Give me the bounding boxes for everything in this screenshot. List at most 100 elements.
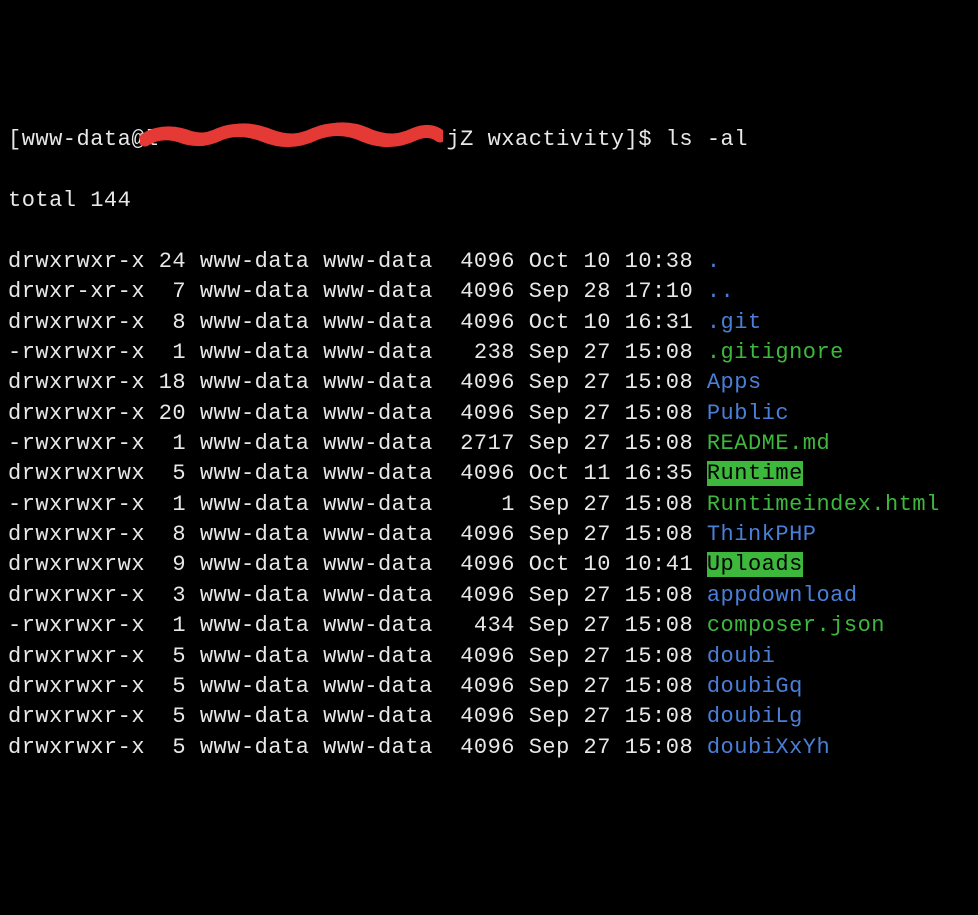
file-name: ThinkPHP <box>707 522 817 547</box>
file-permissions: drwxrwxr-x <box>8 674 145 699</box>
file-links: 1 <box>159 613 186 638</box>
file-time: 15:08 <box>625 644 694 669</box>
file-time: 10:38 <box>625 249 694 274</box>
total-line: total 144 <box>8 186 970 216</box>
file-links: 8 <box>159 310 186 335</box>
file-size: 4096 <box>460 644 515 669</box>
file-day: 27 <box>584 431 611 456</box>
file-owner: www-data <box>200 249 310 274</box>
file-owner: www-data <box>200 522 310 547</box>
file-permissions: drwxrwxr-x <box>8 310 145 335</box>
file-day: 27 <box>584 644 611 669</box>
file-listing: drwxrwxr-x 24 www-data www-data 4096 Oct… <box>8 247 970 763</box>
file-group: www-data <box>323 522 433 547</box>
file-permissions: drwxrwxrwx <box>8 552 145 577</box>
file-row: -rwxrwxr-x 1 www-data www-data 434 Sep 2… <box>8 611 970 641</box>
file-links: 5 <box>159 735 186 760</box>
file-links: 1 <box>159 431 186 456</box>
file-day: 11 <box>584 461 611 486</box>
file-day: 27 <box>584 735 611 760</box>
file-group: www-data <box>323 644 433 669</box>
prompt-user: www-data <box>22 127 132 152</box>
file-month: Sep <box>529 522 570 547</box>
file-time: 15:08 <box>625 613 694 638</box>
file-row: drwxrwxr-x 5 www-data www-data 4096 Sep … <box>8 642 970 672</box>
file-permissions: -rwxrwxr-x <box>8 613 145 638</box>
file-name: appdownload <box>707 583 858 608</box>
file-day: 27 <box>584 583 611 608</box>
file-month: Sep <box>529 401 570 426</box>
file-name: composer.json <box>707 613 885 638</box>
file-row: drwxrwxr-x 5 www-data www-data 4096 Sep … <box>8 672 970 702</box>
file-owner: www-data <box>200 492 310 517</box>
file-owner: www-data <box>200 401 310 426</box>
file-name: doubiGq <box>707 674 803 699</box>
file-links: 8 <box>159 522 186 547</box>
file-time: 16:35 <box>625 461 694 486</box>
file-name: README.md <box>707 431 830 456</box>
file-group: www-data <box>323 310 433 335</box>
prompt-dir: wxactivity <box>488 127 625 152</box>
file-links: 9 <box>159 552 186 577</box>
file-permissions: drwxrwxr-x <box>8 370 145 395</box>
file-time: 15:08 <box>625 704 694 729</box>
file-day: 27 <box>584 674 611 699</box>
file-size: 4096 <box>460 735 515 760</box>
file-name: Apps <box>707 370 762 395</box>
file-month: Sep <box>529 340 570 365</box>
file-row: -rwxrwxr-x 1 www-data www-data 2717 Sep … <box>8 429 970 459</box>
file-group: www-data <box>323 370 433 395</box>
file-size: 4096 <box>460 552 515 577</box>
file-owner: www-data <box>200 340 310 365</box>
file-owner: www-data <box>200 583 310 608</box>
file-size: 4096 <box>460 583 515 608</box>
file-row: drwxrwxr-x 8 www-data www-data 4096 Sep … <box>8 520 970 550</box>
file-owner: www-data <box>200 431 310 456</box>
file-permissions: drwxrwxr-x <box>8 401 145 426</box>
file-time: 15:08 <box>625 583 694 608</box>
total-value: 144 <box>90 188 131 213</box>
file-group: www-data <box>323 583 433 608</box>
file-group: www-data <box>323 704 433 729</box>
file-row: drwxrwxr-x 8 www-data www-data 4096 Oct … <box>8 308 970 338</box>
file-row: drwxrwxr-x 3 www-data www-data 4096 Sep … <box>8 581 970 611</box>
file-links: 5 <box>159 704 186 729</box>
file-size: 4096 <box>460 674 515 699</box>
file-day: 10 <box>584 552 611 577</box>
file-links: 20 <box>159 401 186 426</box>
file-size: 2717 <box>460 431 515 456</box>
total-label: total <box>8 188 77 213</box>
file-month: Sep <box>529 370 570 395</box>
file-day: 10 <box>584 310 611 335</box>
file-group: www-data <box>323 492 433 517</box>
file-row: drwxrwxr-x 24 www-data www-data 4096 Oct… <box>8 247 970 277</box>
file-month: Sep <box>529 674 570 699</box>
file-month: Oct <box>529 552 570 577</box>
file-row: drwxrwxrwx 5 www-data www-data 4096 Oct … <box>8 459 970 489</box>
file-owner: www-data <box>200 370 310 395</box>
file-day: 10 <box>584 249 611 274</box>
file-links: 5 <box>159 461 186 486</box>
file-time: 15:08 <box>625 735 694 760</box>
file-month: Oct <box>529 310 570 335</box>
file-time: 17:10 <box>625 279 694 304</box>
file-permissions: drwxrwxr-x <box>8 644 145 669</box>
file-name: .gitignore <box>707 340 844 365</box>
prompt-line[interactable]: [www-data@l jZ wxactivity]$ ls -al <box>8 125 970 155</box>
file-row: drwxrwxr-x 5 www-data www-data 4096 Sep … <box>8 733 970 763</box>
file-name: doubi <box>707 644 776 669</box>
file-time: 15:08 <box>625 522 694 547</box>
file-row: drwxr-xr-x 7 www-data www-data 4096 Sep … <box>8 277 970 307</box>
file-group: www-data <box>323 552 433 577</box>
file-owner: www-data <box>200 310 310 335</box>
file-name: .. <box>707 279 734 304</box>
file-permissions: -rwxrwxr-x <box>8 492 145 517</box>
file-month: Sep <box>529 613 570 638</box>
file-group: www-data <box>323 431 433 456</box>
file-owner: www-data <box>200 461 310 486</box>
file-owner: www-data <box>200 279 310 304</box>
file-name: doubiXxYh <box>707 735 830 760</box>
file-name: Runtime <box>707 461 803 486</box>
file-owner: www-data <box>200 674 310 699</box>
file-time: 15:08 <box>625 370 694 395</box>
